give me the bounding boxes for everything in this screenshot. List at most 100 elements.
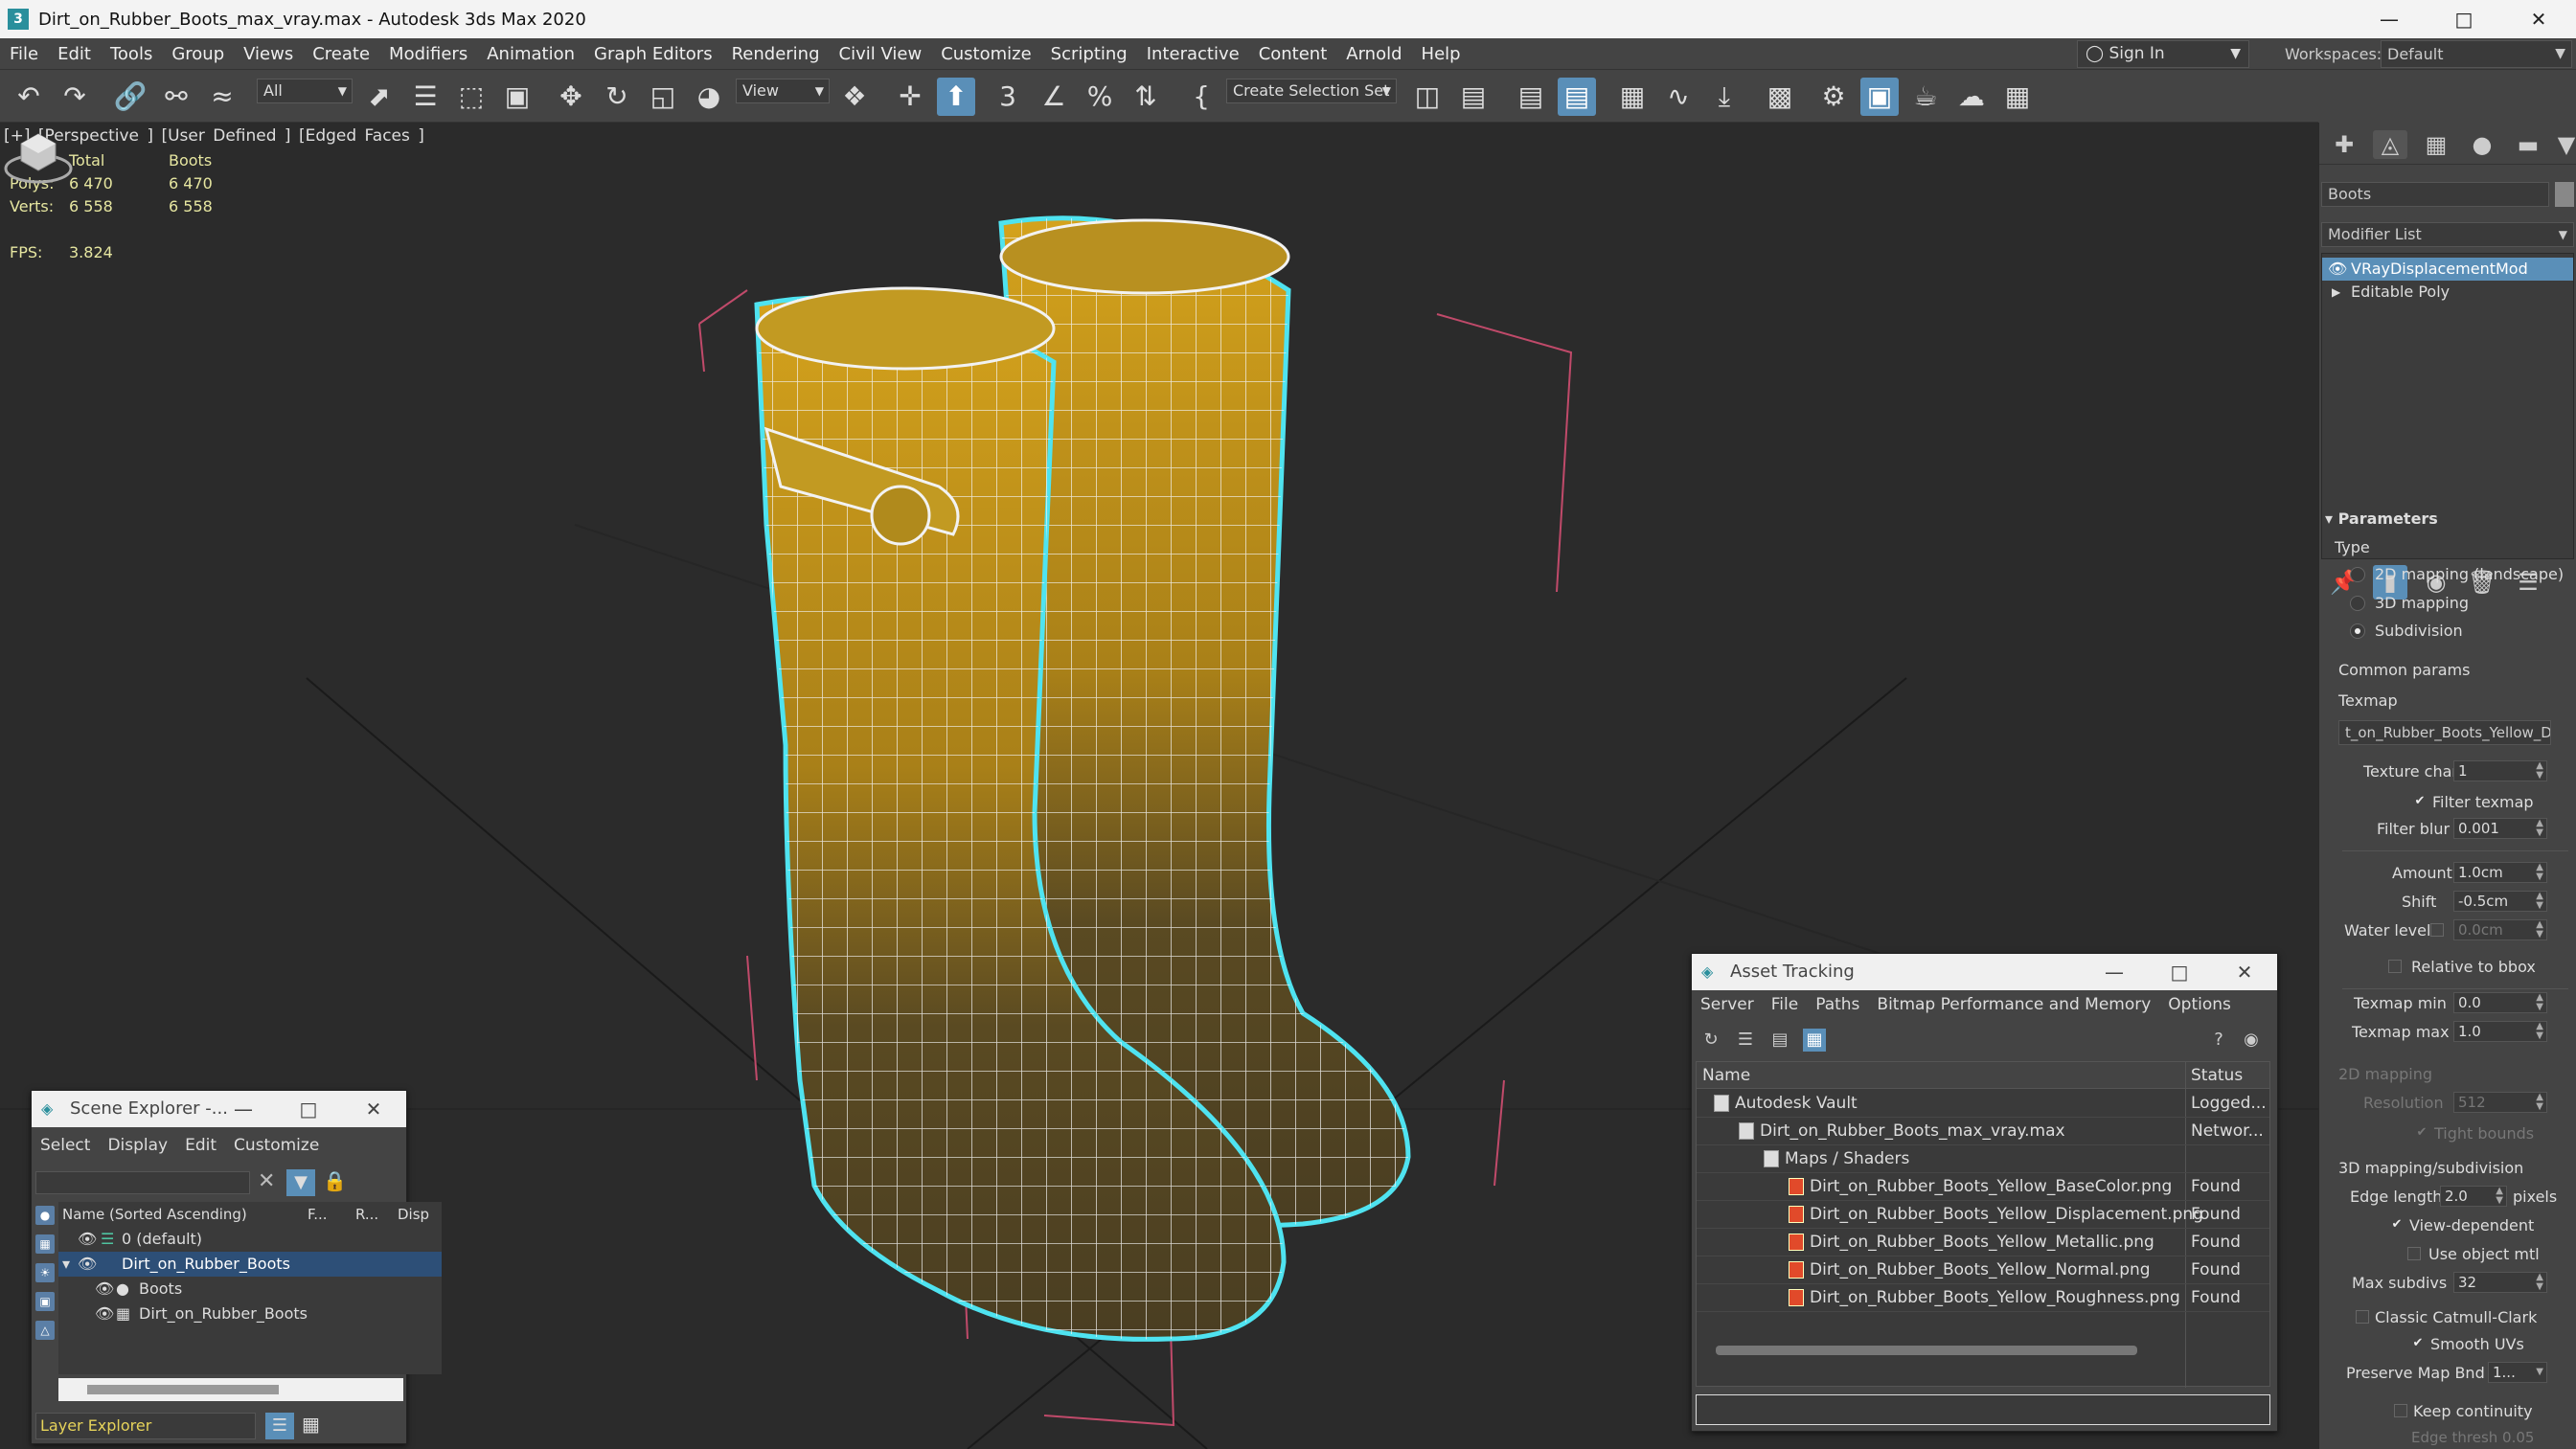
use-object-mtl-checkbox[interactable] bbox=[2407, 1247, 2421, 1260]
clear-search-icon[interactable]: ✕ bbox=[258, 1169, 275, 1193]
close-button[interactable]: ✕ bbox=[2212, 954, 2277, 990]
spinner-arrows-icon[interactable]: ▲ ▼ bbox=[2536, 1273, 2543, 1292]
menu-views[interactable]: Views bbox=[234, 38, 303, 70]
menu-animation[interactable]: Animation bbox=[477, 38, 584, 70]
asset-tracking-titlebar[interactable]: ◈ Asset Tracking — □ ✕ bbox=[1692, 954, 2277, 990]
menu-customize[interactable]: Customize bbox=[225, 1131, 328, 1160]
shift-spinner[interactable]: -0.5cm ▲ ▼ bbox=[2453, 891, 2547, 912]
column-display[interactable]: Disp bbox=[398, 1202, 429, 1227]
spinner-arrows-icon[interactable]: ▲ ▼ bbox=[2536, 863, 2543, 882]
asset-path-field[interactable] bbox=[1696, 1394, 2270, 1425]
pivot-center-icon[interactable]: ❖ bbox=[835, 78, 874, 116]
tree-item[interactable]: ▾ 👁 Dirt_on_Rubber_Boots bbox=[58, 1252, 442, 1277]
column-status[interactable]: Status bbox=[2185, 1062, 2243, 1089]
menu-modifiers[interactable]: Modifiers bbox=[379, 38, 477, 70]
minimize-button[interactable]: — bbox=[2352, 0, 2427, 38]
preserve-map-dropdown[interactable]: 1... ▼ bbox=[2488, 1362, 2547, 1383]
spinner-arrows-icon[interactable]: ▲ ▼ bbox=[2536, 892, 2543, 911]
keyboard-shortcut-override-icon[interactable]: ⬆ bbox=[937, 78, 975, 116]
spinner-arrows-icon[interactable]: ▲ ▼ bbox=[2536, 920, 2543, 940]
column-name[interactable]: Name (Sorted Ascending) bbox=[62, 1202, 247, 1227]
select-manipulate-icon[interactable]: ✛ bbox=[891, 78, 929, 116]
workspace-dropdown[interactable]: Default ▼ bbox=[2381, 40, 2572, 68]
align-icon[interactable]: ▤ bbox=[1454, 78, 1493, 116]
mirror-icon[interactable]: ◫ bbox=[1408, 78, 1447, 116]
list-view-icon[interactable]: ☰ bbox=[1734, 1029, 1757, 1052]
minimize-button[interactable]: — bbox=[211, 1091, 276, 1127]
texmap-button[interactable]: t_on_Rubber_Boots_Yellow_D bbox=[2338, 720, 2551, 745]
select-object-icon[interactable]: ⬈ bbox=[360, 78, 399, 116]
expand-arrow-icon[interactable]: ▾ bbox=[62, 1252, 70, 1277]
amount-spinner[interactable]: 1.0cm ▲ ▼ bbox=[2453, 862, 2547, 883]
asset-row[interactable]: Maps / Shaders bbox=[1697, 1145, 2269, 1173]
menu-create[interactable]: Create bbox=[303, 38, 379, 70]
display-tab-icon[interactable]: ▬ bbox=[2511, 130, 2545, 159]
expand-arrow-icon[interactable]: ▶ bbox=[2332, 281, 2340, 304]
menu-content[interactable]: Content bbox=[1249, 38, 1337, 70]
modifier-editable-poly[interactable]: ▶ Editable Poly bbox=[2322, 281, 2573, 304]
bind-spacewarp-icon[interactable]: ≈ bbox=[203, 78, 241, 116]
max-subdivs-spinner[interactable]: 32 ▲ ▼ bbox=[2453, 1272, 2547, 1293]
menu-customize[interactable]: Customize bbox=[931, 38, 1040, 70]
scene-explorer-titlebar[interactable]: ◈ Scene Explorer -... — □ ✕ bbox=[32, 1091, 406, 1127]
menu-file[interactable]: File bbox=[1763, 990, 1807, 1019]
display-geometry-icon[interactable]: ● bbox=[35, 1206, 55, 1225]
horizontal-scrollbar[interactable] bbox=[1716, 1346, 2137, 1355]
modify-tab-icon[interactable]: ◬ bbox=[2373, 130, 2407, 159]
placement-icon[interactable]: ◕ bbox=[690, 78, 728, 116]
named-selection-dropdown[interactable]: Create Selection Set ▼ bbox=[1226, 79, 1397, 103]
undo-icon[interactable]: ↶ bbox=[10, 78, 48, 116]
render-in-cloud-icon[interactable]: ☁ bbox=[1952, 78, 1991, 116]
angle-snap-icon[interactable]: ∠ bbox=[1035, 78, 1073, 116]
menu-edit[interactable]: Edit bbox=[176, 1131, 225, 1160]
spinner-arrows-icon[interactable]: ▲ ▼ bbox=[2496, 1187, 2503, 1206]
motion-tab-icon[interactable]: ● bbox=[2465, 130, 2499, 159]
menu-help[interactable]: Help bbox=[1412, 38, 1470, 70]
radio-3d-mapping[interactable] bbox=[2350, 596, 2365, 611]
reference-coordinate-dropdown[interactable]: View ▼ bbox=[736, 79, 830, 103]
toggle-ribbon-icon[interactable]: ▦ bbox=[1613, 78, 1652, 116]
redo-icon[interactable]: ↷ bbox=[56, 78, 94, 116]
tree-view-icon[interactable]: ▦ bbox=[1803, 1029, 1826, 1052]
perspective-viewport[interactable]: [+] [Perspective ] [User Defined ] [Edge… bbox=[0, 123, 2318, 1449]
select-by-name-icon[interactable]: ☰ bbox=[406, 78, 445, 116]
water-level-checkbox[interactable] bbox=[2430, 923, 2444, 937]
asset-row[interactable]: Dirt_on_Rubber_Boots_Yellow_Displacement… bbox=[1697, 1201, 2269, 1229]
asset-row[interactable]: Dirt_on_Rubber_Boots_Yellow_Metallic.png… bbox=[1697, 1229, 2269, 1257]
menu-select[interactable]: Select bbox=[32, 1131, 99, 1160]
maximize-button[interactable]: □ bbox=[276, 1091, 341, 1127]
rendered-frame-window-icon[interactable]: ▣ bbox=[1860, 78, 1899, 116]
column-renderable[interactable]: R... bbox=[355, 1202, 378, 1227]
lock-icon[interactable]: 🔒 bbox=[323, 1169, 347, 1192]
menu-edit[interactable]: Edit bbox=[48, 38, 101, 70]
edit-named-selection-icon[interactable]: { bbox=[1182, 78, 1220, 116]
rectangular-selection-icon[interactable]: ⬚ bbox=[452, 78, 490, 116]
find-field[interactable] bbox=[35, 1171, 250, 1194]
spinner-arrows-icon[interactable]: ▲ ▼ bbox=[2536, 1022, 2543, 1041]
close-button[interactable]: ✕ bbox=[341, 1091, 406, 1127]
menu-server[interactable]: Server bbox=[1692, 990, 1763, 1019]
layers-icon[interactable]: ☰ bbox=[265, 1413, 294, 1439]
a360-gallery-icon[interactable]: ▦ bbox=[1998, 78, 2037, 116]
render-production-icon[interactable]: ☕ bbox=[1906, 78, 1945, 116]
radio-subdivision[interactable] bbox=[2350, 623, 2365, 639]
display-lights-icon[interactable]: ☀ bbox=[35, 1263, 55, 1282]
asset-row[interactable]: Dirt_on_Rubber_Boots_Yellow_BaseColor.pn… bbox=[1697, 1173, 2269, 1201]
visibility-eye-icon[interactable]: 👁 bbox=[78, 1227, 97, 1252]
move-icon[interactable]: ✥ bbox=[552, 78, 590, 116]
radio-2d-mapping[interactable] bbox=[2350, 567, 2365, 582]
resolution-spinner[interactable]: 512 ▲ ▼ bbox=[2453, 1092, 2547, 1113]
filter-icon[interactable]: ▼ bbox=[286, 1169, 315, 1196]
pin-icon[interactable]: ◉ bbox=[2240, 1029, 2263, 1052]
menu-rendering[interactable]: Rendering bbox=[722, 38, 830, 70]
asset-row[interactable]: Dirt_on_Rubber_Boots_Yellow_Normal.png Fo… bbox=[1697, 1257, 2269, 1284]
schematic-view-icon[interactable]: ⤓ bbox=[1705, 78, 1744, 116]
menu-scripting[interactable]: Scripting bbox=[1041, 38, 1137, 70]
parameters-rollout[interactable]: ▾ Parameters bbox=[2325, 509, 2438, 528]
column-frozen[interactable]: F... bbox=[308, 1202, 328, 1227]
display-shapes-icon[interactable]: ▦ bbox=[35, 1234, 55, 1254]
table-view-icon[interactable]: ▤ bbox=[1768, 1029, 1791, 1052]
spinner-arrows-icon[interactable]: ▲ ▼ bbox=[2536, 761, 2543, 781]
visibility-eye-icon[interactable]: 👁 bbox=[78, 1252, 97, 1277]
selection-filter-dropdown[interactable]: All ▼ bbox=[257, 79, 353, 103]
